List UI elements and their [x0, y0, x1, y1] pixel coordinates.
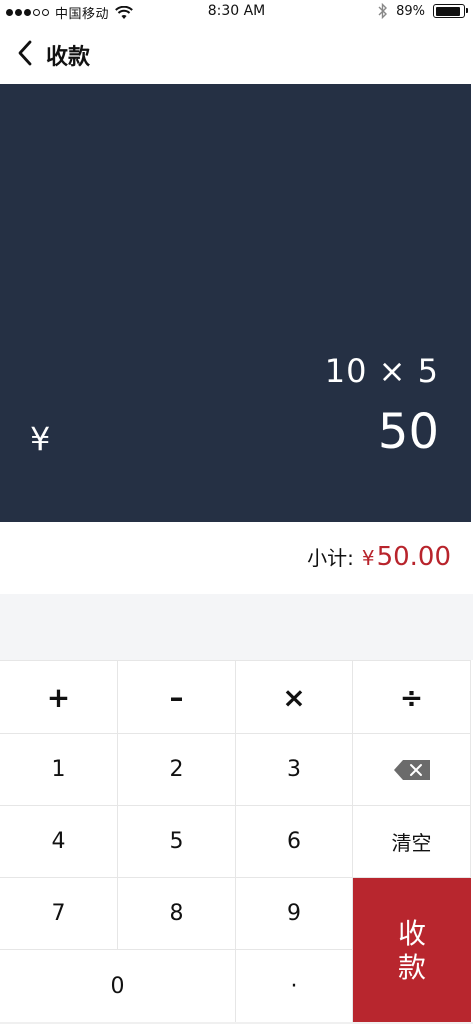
digit-1-key[interactable]: 1: [0, 734, 118, 806]
subtotal-row: 小计: ¥50.00: [0, 522, 473, 594]
subtotal-currency: ¥: [361, 546, 375, 570]
digit-7-key[interactable]: 7: [0, 878, 118, 950]
subtotal-value: 50.00: [376, 542, 451, 572]
chevron-left-icon[interactable]: [14, 38, 38, 68]
nav-bar: 收款: [0, 24, 473, 84]
digit-6-key[interactable]: 6: [236, 806, 353, 878]
bluetooth-icon: [378, 3, 388, 19]
multiply-key[interactable]: ×: [236, 661, 353, 734]
subtotal-amount: ¥50.00: [362, 542, 451, 572]
digit-3-key[interactable]: 3: [236, 734, 353, 806]
spacer: [0, 594, 473, 660]
battery-icon: [433, 4, 468, 18]
digit-0-key[interactable]: 0: [0, 950, 236, 1023]
battery-percent: 89%: [396, 3, 425, 19]
divide-key[interactable]: ÷: [353, 661, 471, 734]
expression-text: 10 × 5: [324, 352, 439, 390]
collect-payment-button[interactable]: 收 款: [353, 878, 471, 1023]
clear-key[interactable]: 清空: [353, 806, 471, 878]
digit-2-key[interactable]: 2: [118, 734, 236, 806]
backspace-icon: [393, 759, 430, 780]
page-title: 收款: [46, 45, 91, 70]
decimal-point-key[interactable]: ·: [236, 950, 353, 1023]
subtotal-label: 小计:: [307, 546, 354, 570]
pay-label-line2: 款: [397, 950, 426, 984]
digit-8-key[interactable]: 8: [118, 878, 236, 950]
amount-display: 10 × 5 ¥ 50: [0, 84, 471, 522]
minus-key[interactable]: –: [118, 661, 236, 734]
backspace-key[interactable]: [353, 734, 471, 806]
keypad: + – × ÷ 1 2 3 4 5 6 清空 7 8 9 0 · 收 款: [0, 660, 471, 1023]
result-amount: 50: [377, 404, 439, 460]
currency-symbol: ¥: [30, 420, 51, 458]
digit-9-key[interactable]: 9: [236, 878, 353, 950]
digit-5-key[interactable]: 5: [118, 806, 236, 878]
digit-4-key[interactable]: 4: [0, 806, 118, 878]
pay-label-line1: 收: [397, 916, 426, 950]
status-bar: 中国移动 8:30 AM 89%: [0, 0, 473, 24]
plus-key[interactable]: +: [0, 661, 118, 734]
status-right: 89%: [378, 3, 468, 19]
